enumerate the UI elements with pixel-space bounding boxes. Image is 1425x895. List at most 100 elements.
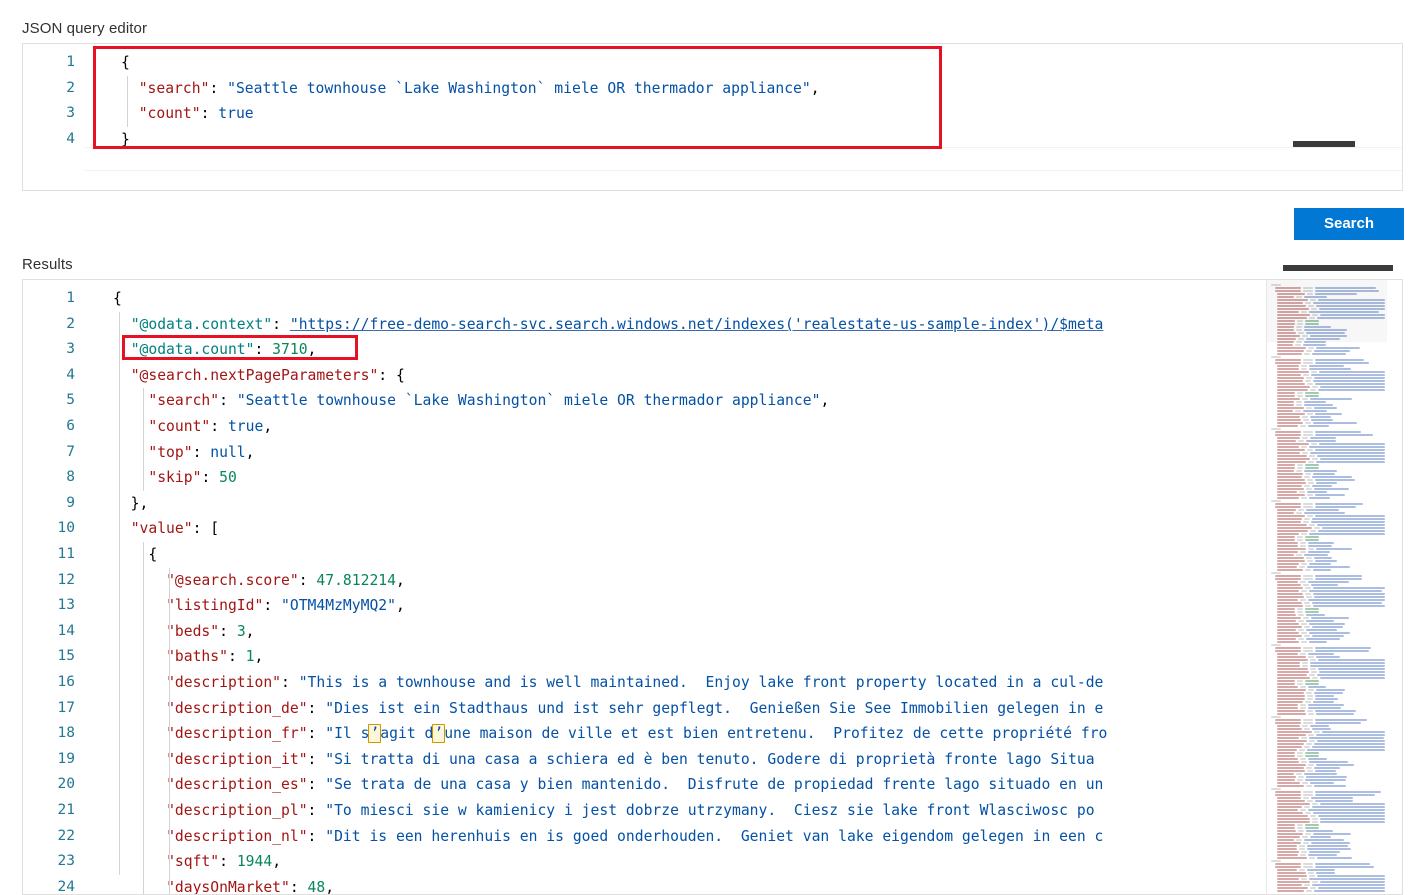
code-line[interactable]: "value": [ — [113, 516, 219, 542]
code-line[interactable]: "description_nl": "Dit is een herenhuis … — [113, 824, 1103, 850]
code-line[interactable]: "search": "Seattle townhouse `Lake Washi… — [121, 76, 820, 102]
code-line[interactable]: "top": null, — [113, 440, 254, 466]
minimap-row — [1309, 815, 1316, 817]
minimap-row — [1277, 641, 1300, 643]
results-vertical-scrollbar[interactable] — [1388, 280, 1402, 894]
minimap-row — [1306, 560, 1313, 562]
code-line[interactable]: "description_it": "Si tratta di una casa… — [113, 747, 1094, 773]
line-number: 13 — [57, 597, 75, 614]
line-number: 20 — [57, 776, 75, 793]
minimap-row — [1297, 536, 1303, 538]
minimap-row — [1310, 782, 1335, 784]
minimap-row — [1307, 758, 1328, 760]
code-line[interactable]: "daysOnMarket": 48, — [113, 875, 334, 894]
minimap-row — [1300, 809, 1307, 811]
minimap-row — [1297, 830, 1304, 832]
minimap-row — [1277, 638, 1297, 640]
minimap-row — [1308, 623, 1345, 625]
query-horizontal-scrollbar-thumb[interactable] — [1293, 141, 1355, 147]
minimap-row — [1300, 545, 1307, 547]
results-minimap[interactable] — [1266, 280, 1387, 894]
minimap-row — [1299, 599, 1306, 601]
code-line[interactable]: { — [113, 286, 122, 312]
code-token: true — [227, 418, 264, 435]
code-token: true — [218, 105, 254, 123]
minimap-row — [1308, 347, 1315, 349]
code-line[interactable]: "@search.score": 47.812214, — [113, 568, 405, 594]
minimap-row — [1307, 704, 1344, 706]
minimap-row — [1309, 740, 1316, 742]
results-editor[interactable]: 1 2 3 4 5 6 7 8 9 10 11 12 13 14 15 16 17 18 19 20 21 22 23 24 … — [22, 279, 1403, 895]
code-line[interactable]: "listingId": "OTM4MzMyMQ2", — [113, 593, 405, 619]
code-line[interactable]: "description_de": "Dies ist ein Stadthau… — [113, 696, 1103, 722]
code-line[interactable]: "description_es": "Se trata de una casa … — [113, 772, 1103, 798]
minimap-row — [1305, 488, 1312, 490]
code-line[interactable]: "description_pl": "To miesci sie w kamie… — [113, 798, 1094, 824]
minimap-row — [1309, 761, 1349, 763]
code-line[interactable]: "baths": 1, — [113, 644, 263, 670]
code-line[interactable]: "beds": 3, — [113, 619, 254, 645]
minimap-row — [1316, 461, 1385, 463]
results-horizontal-scrollbar-thumb[interactable] — [1283, 265, 1393, 271]
code-token: { — [121, 54, 130, 71]
minimap-row — [1305, 827, 1319, 829]
minimap-row — [1271, 788, 1281, 790]
code-line[interactable]: "sqft": 1944, — [113, 849, 281, 875]
results-code-lines[interactable]: { "@odata.context": "https://free-demo-s… — [23, 280, 1402, 894]
query-code-lines[interactable]: { "search": "Seattle townhouse `Lake Was… — [23, 44, 1402, 190]
code-line[interactable]: "skip": 50 — [113, 465, 236, 491]
minimap-row — [1275, 503, 1301, 505]
minimap-row — [1277, 581, 1299, 583]
code-line[interactable]: "@odata.count": 3710, — [113, 337, 317, 363]
minimap-row — [1313, 890, 1385, 892]
code-line[interactable]: "count": true, — [113, 414, 272, 440]
minimap-row — [1307, 686, 1326, 688]
query-code-area[interactable]: 1 2 3 4 { "search": "Seattle townhouse `Lak… — [23, 44, 1402, 190]
minimap-row — [1314, 743, 1385, 745]
results-code-area[interactable]: 1 2 3 4 5 6 7 8 9 10 11 12 13 14 15 16 17 18 19 20 21 22 23 24 … — [23, 280, 1402, 894]
minimap-row — [1314, 767, 1340, 769]
code-line[interactable]: } — [121, 127, 130, 153]
minimap-row — [1299, 704, 1306, 706]
minimap-row — [1277, 728, 1302, 730]
minimap-row — [1277, 371, 1310, 373]
minimap-row — [1277, 437, 1300, 439]
query-line-number-gutter: 1 2 3 4 — [23, 44, 85, 190]
minimap-row — [1277, 662, 1301, 664]
code-line[interactable]: "description": "This is a townhouse and … — [113, 670, 1103, 696]
minimap-row — [1297, 611, 1303, 613]
minimap-row — [1305, 608, 1319, 610]
minimap-row — [1277, 557, 1304, 559]
minimap-row — [1303, 863, 1313, 865]
code-line[interactable]: "search": "Seattle townhouse `Lake Washi… — [113, 388, 829, 414]
code-token: "Seattle townhouse `Lake Washington` mie… — [236, 392, 821, 410]
code-line[interactable]: "@odata.context": "https://free-demo-sea… — [113, 312, 1104, 338]
code-line[interactable]: "count": true — [121, 101, 254, 127]
minimap-row — [1306, 407, 1313, 409]
search-button[interactable]: Search — [1294, 208, 1404, 240]
minimap-row — [1304, 380, 1311, 382]
minimap-row — [1275, 866, 1301, 868]
line-number: 4 — [66, 366, 75, 383]
code-line[interactable]: "description_fr": "Il s’agit d’une maiso… — [113, 721, 1107, 747]
code-token: "@odata.count" — [130, 341, 255, 359]
minimap-row — [1303, 503, 1313, 505]
minimap-row — [1311, 602, 1383, 604]
minimap-row — [1277, 461, 1307, 463]
minimap-row — [1302, 662, 1309, 664]
code-line[interactable]: "@search.nextPageParameters": { — [113, 363, 405, 389]
minimap-row — [1316, 347, 1361, 349]
code-line[interactable]: { — [121, 50, 130, 76]
minimap-row — [1277, 746, 1302, 748]
code-token: 47.812214 — [316, 571, 396, 589]
code-token: : — [209, 79, 228, 97]
json-query-editor[interactable]: 1 2 3 4 { "search": "Seattle townhouse `Lak… — [22, 43, 1403, 191]
code-token: , — [254, 648, 264, 666]
minimap-viewport-slider[interactable] — [1267, 280, 1387, 342]
minimap-row — [1299, 653, 1306, 655]
minimap-row — [1308, 497, 1330, 499]
minimap-row — [1277, 695, 1306, 697]
